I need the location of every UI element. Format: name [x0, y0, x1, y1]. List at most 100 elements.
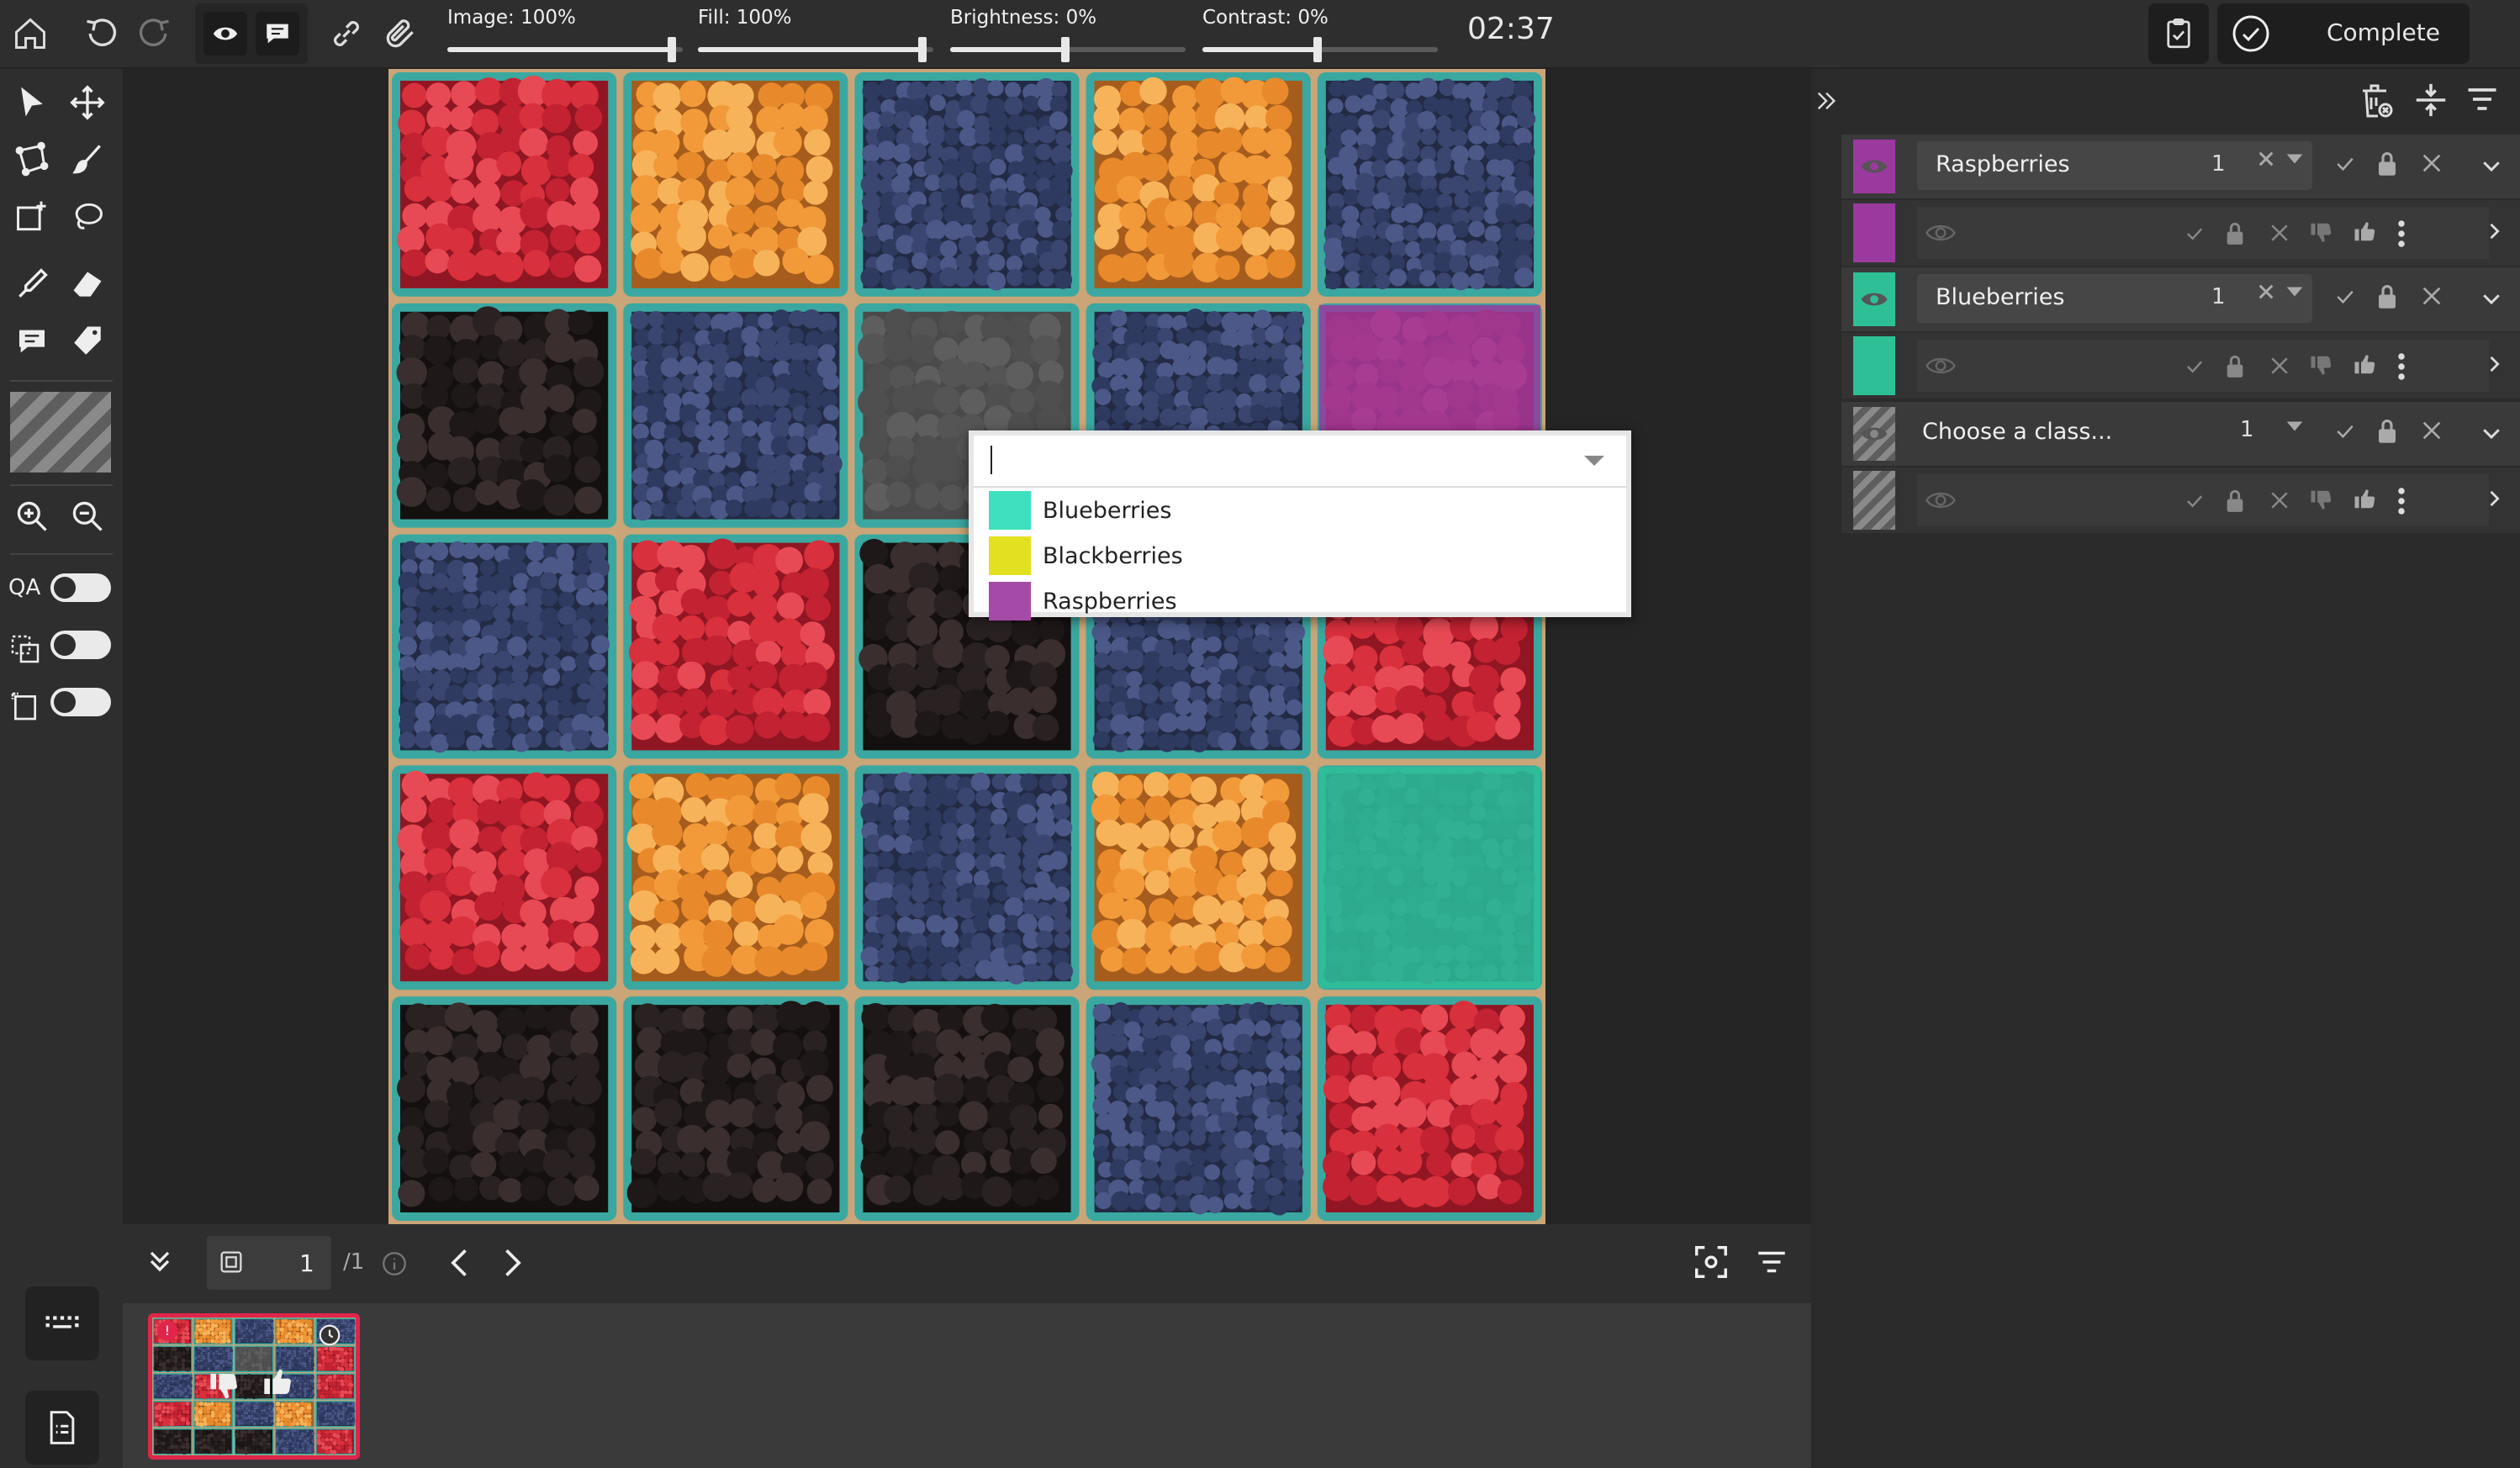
more-options-icon[interactable] [2396, 219, 2406, 249]
task-checklist-button[interactable] [2148, 3, 2209, 64]
polygon-tool-icon[interactable] [8, 136, 55, 183]
lasso-tool-icon[interactable] [64, 193, 111, 240]
previous-image-icon[interactable] [442, 1244, 479, 1281]
eye-icon[interactable] [1860, 155, 1889, 178]
chevron-right-icon[interactable] [2482, 219, 2506, 244]
approve-check-icon[interactable] [2183, 222, 2206, 246]
slider-track[interactable] [447, 37, 683, 62]
lock-icon[interactable] [2223, 220, 2247, 247]
chevron-down-icon[interactable] [2285, 286, 2304, 298]
thumbs-down-icon[interactable] [2309, 488, 2334, 513]
chevron-right-icon[interactable] [2482, 486, 2506, 511]
class-color-swatch[interactable] [1853, 140, 1895, 193]
slider-track[interactable] [950, 37, 1186, 62]
more-options-icon[interactable] [2396, 486, 2406, 516]
annotation-row-blueberries[interactable]: Blueberries 1 [1841, 267, 2520, 331]
annotation-row-raspberries[interactable]: Raspberries 1 [1841, 135, 2520, 198]
berry-photo[interactable] [388, 69, 1545, 1224]
chevron-down-icon[interactable] [2479, 153, 2504, 178]
active-class-swatch[interactable] [10, 392, 111, 473]
tag-icon[interactable] [64, 318, 111, 365]
chevron-down-icon[interactable] [2479, 286, 2504, 311]
chevron-down-icon[interactable] [2285, 420, 2304, 432]
home-icon[interactable] [8, 12, 52, 55]
sort-filter-icon[interactable] [2464, 81, 2501, 118]
eye-icon[interactable] [203, 12, 247, 55]
thumbs-up-icon[interactable] [2353, 219, 2378, 244]
filter-icon[interactable] [1754, 1244, 1789, 1280]
next-image-icon[interactable] [493, 1244, 530, 1281]
attachment-icon[interactable] [378, 12, 422, 55]
annotation-instance-row[interactable] [1841, 333, 2520, 399]
class-name-placeholder[interactable]: Choose a class... [1922, 419, 2112, 445]
close-icon[interactable] [2418, 150, 2445, 177]
chevron-right-icon[interactable] [2482, 351, 2506, 377]
slider-knob[interactable] [1061, 37, 1070, 62]
qa-toggle[interactable] [50, 573, 111, 602]
approve-check-icon[interactable] [2183, 355, 2206, 378]
collapse-panel-icon[interactable] [1813, 87, 1840, 114]
class-color-swatch[interactable] [1853, 272, 1895, 326]
dropdown-option-raspberries[interactable]: Raspberries [989, 578, 1611, 624]
approve-check-icon[interactable] [2183, 489, 2206, 513]
eye-icon[interactable] [1926, 353, 1956, 378]
clear-icon[interactable] [2257, 150, 2275, 168]
zoom-in-icon[interactable] [8, 493, 55, 540]
slider-knob[interactable] [668, 37, 676, 62]
class-select-dropdown[interactable]: Blueberries Blackberries Raspberries [969, 430, 1631, 620]
link-icon[interactable] [325, 12, 368, 55]
lock-icon[interactable] [2375, 283, 2400, 311]
select-pointer-icon[interactable] [8, 79, 55, 126]
brush-icon[interactable] [64, 136, 111, 183]
delete-all-icon[interactable] [2356, 81, 2396, 121]
lock-icon[interactable] [2375, 417, 2400, 446]
approve-check-icon[interactable] [2332, 151, 2358, 177]
class-color-swatch[interactable] [1853, 407, 1895, 461]
lock-icon[interactable] [2223, 488, 2247, 515]
clear-icon[interactable] [2257, 283, 2275, 301]
comment-icon[interactable] [256, 12, 299, 55]
class-search-input[interactable] [974, 436, 1626, 488]
class-name-select[interactable]: Raspberries [1917, 141, 2312, 190]
dropdown-option-blackberries[interactable]: Blackberries [989, 533, 1611, 578]
thumbs-up-icon[interactable] [2353, 486, 2378, 511]
chevron-down-icon[interactable] [2285, 153, 2304, 165]
brightness-slider[interactable]: Brightness: 0% [950, 7, 1186, 62]
redo-icon[interactable] [133, 12, 177, 55]
fit-to-screen-icon[interactable] [1692, 1243, 1730, 1281]
close-icon[interactable] [2267, 488, 2292, 513]
close-icon[interactable] [2267, 220, 2292, 246]
lock-icon[interactable] [2375, 150, 2400, 178]
annotation-row-unassigned[interactable]: Choose a class... 1 [1841, 402, 2520, 466]
collapse-thumbnails-icon[interactable] [143, 1244, 177, 1278]
slider-knob[interactable] [918, 37, 927, 62]
overlap-toggle[interactable] [50, 631, 111, 659]
comment-tool-icon[interactable] [8, 318, 55, 365]
more-options-icon[interactable] [2396, 351, 2406, 382]
approve-check-icon[interactable] [2332, 419, 2358, 444]
thumbs-down-icon[interactable] [2309, 353, 2334, 378]
page-number-input[interactable]: 1 [299, 1249, 314, 1277]
slider-track[interactable] [1202, 37, 1438, 62]
move-icon[interactable] [64, 79, 111, 126]
thumbs-down-icon[interactable] [208, 1370, 241, 1403]
annotation-instance-row[interactable] [1841, 467, 2520, 533]
instructions-button[interactable] [25, 1391, 99, 1465]
complete-button[interactable]: Complete [2217, 3, 2470, 64]
keyboard-shortcuts-button[interactable] [25, 1286, 99, 1360]
chevron-down-icon[interactable] [2479, 420, 2504, 446]
eyedropper-icon[interactable] [8, 261, 55, 308]
page-number-box[interactable]: 1 [207, 1236, 331, 1290]
zoom-out-icon[interactable] [64, 493, 111, 540]
info-icon[interactable] [380, 1249, 409, 1278]
dropdown-option-blueberries[interactable]: Blueberries [989, 488, 1611, 533]
close-icon[interactable] [2418, 283, 2445, 309]
slider-track[interactable] [698, 37, 933, 62]
collapse-all-icon[interactable] [2412, 81, 2450, 119]
eye-icon[interactable] [1926, 488, 1956, 513]
image-thumbnail[interactable]: ! [148, 1313, 360, 1460]
eye-icon[interactable] [1860, 422, 1889, 446]
thumbs-up-icon[interactable] [2353, 351, 2378, 377]
annotation-instance-row[interactable] [1841, 200, 2520, 266]
close-icon[interactable] [2418, 417, 2445, 444]
